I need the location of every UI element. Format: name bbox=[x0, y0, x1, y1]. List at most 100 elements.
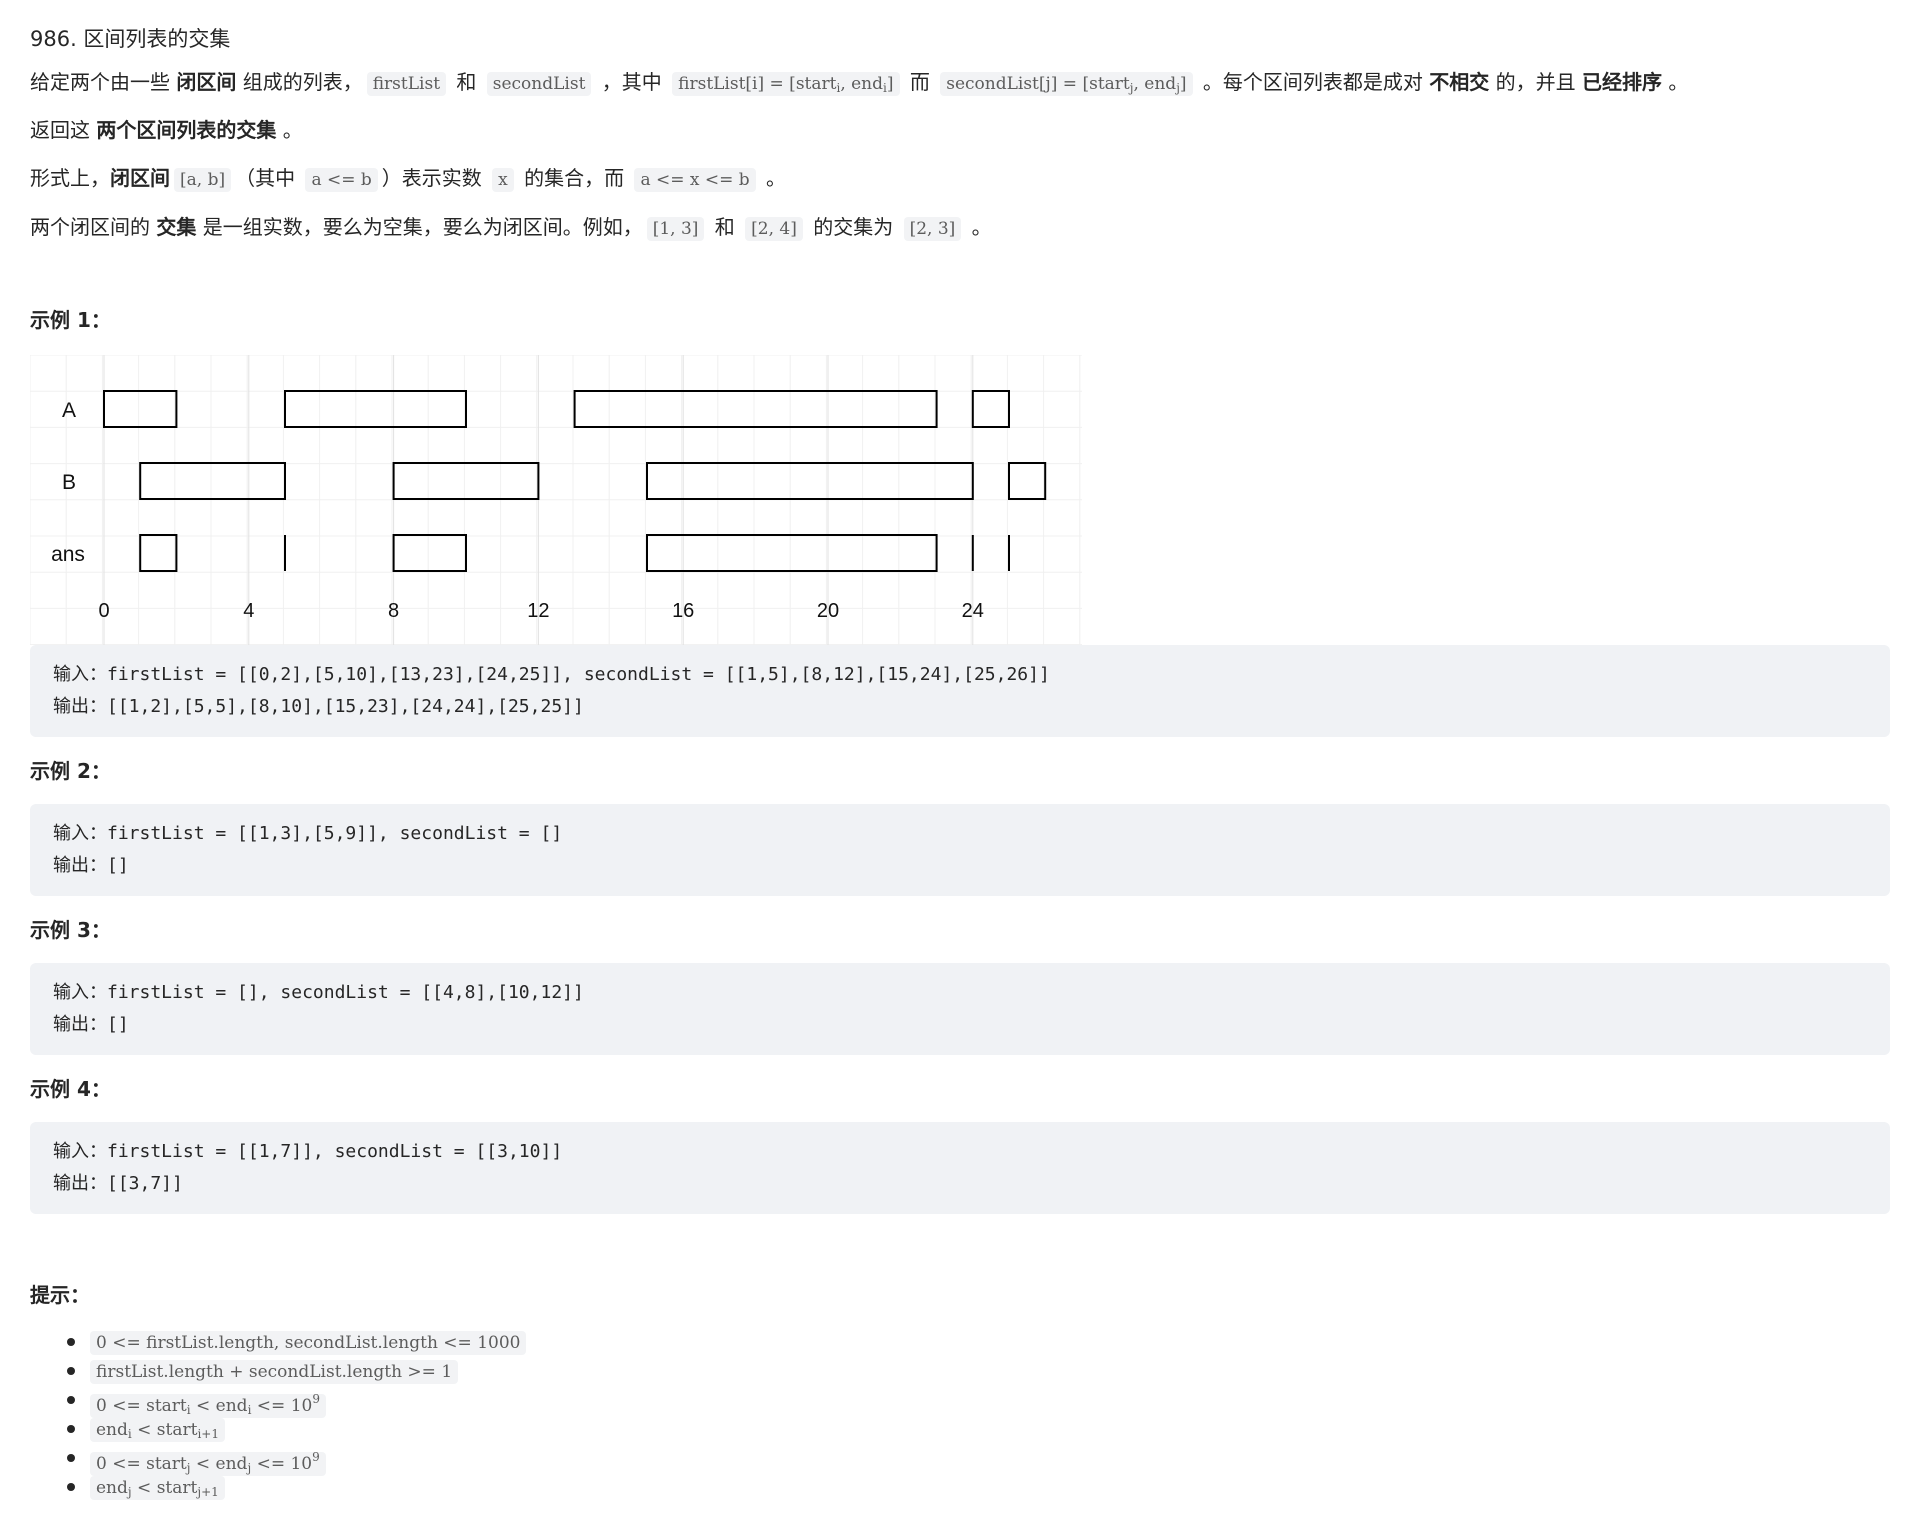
text: 给定两个由一些 bbox=[30, 70, 177, 94]
text: 。 bbox=[276, 118, 303, 142]
row-label: B bbox=[62, 471, 76, 494]
hints-heading: 提示： bbox=[30, 1283, 90, 1307]
tick-label: 20 bbox=[817, 600, 839, 622]
code-part: < start bbox=[131, 1420, 198, 1440]
interval-diagram: A Bans 0 4 8 12 16 20 24 bbox=[30, 355, 1082, 645]
text: 返回这 bbox=[30, 118, 97, 142]
tick-label: 24 bbox=[962, 600, 984, 622]
interval-a-box bbox=[103, 390, 178, 428]
code-part: < end bbox=[190, 1454, 248, 1474]
hint-item: endj < startj+1 bbox=[66, 1472, 530, 1501]
inline-code: secondList[j] = [startj, endj] bbox=[940, 72, 1193, 96]
interval-a-box bbox=[284, 390, 467, 428]
tick-label: 8 bbox=[388, 600, 399, 622]
hint-item: 0 <= starti < endi <= 109 bbox=[66, 1385, 530, 1418]
subscript: i+1 bbox=[197, 1427, 219, 1441]
text: 两个闭区间的 bbox=[30, 215, 157, 239]
inline-code: [2, 4] bbox=[745, 217, 803, 241]
interval-ans-box bbox=[139, 534, 178, 572]
description-paragraph-1: 给定两个由一些 闭区间 组成的列表， firstList 和 secondList… bbox=[30, 67, 1688, 103]
diagram-labels: A Bans 0 4 8 12 16 20 24 bbox=[51, 399, 984, 622]
inline-code: [a, b] bbox=[174, 168, 232, 192]
code-part: end bbox=[96, 1420, 128, 1440]
text: 组成的列表， bbox=[236, 70, 363, 94]
example-4-block: 输入：firstList = [[1,7]], secondList = [[3… bbox=[30, 1122, 1890, 1214]
hint-code: 0 <= firstList.length, secondList.length… bbox=[90, 1331, 527, 1355]
description-paragraph-3: 形式上，闭区间 [a, b] （其中 a <= b ）表示实数 x 的集合，而 a <… bbox=[30, 163, 786, 195]
subscript: j+1 bbox=[197, 1485, 219, 1499]
code-part: secondList[j] = [start bbox=[946, 74, 1130, 94]
problem-title: 986. 区间列表的交集 bbox=[30, 27, 231, 51]
code-part: < end bbox=[190, 1396, 248, 1416]
example-input: 输入：firstList = [[1,7]], secondList = [[3… bbox=[53, 1141, 563, 1162]
code-part: ] bbox=[1179, 74, 1187, 94]
text: 的交集为 bbox=[806, 215, 900, 239]
interval-a-box bbox=[971, 390, 1010, 428]
row-label: ans bbox=[51, 543, 85, 566]
inline-code: a <= b bbox=[305, 168, 378, 192]
hint-code: firstList.length + secondList.length >= … bbox=[90, 1360, 459, 1384]
bold-text: 两个区间列表的交集 bbox=[96, 118, 277, 142]
text: ）表示实数 bbox=[381, 166, 489, 190]
code-part: 0 <= start bbox=[96, 1396, 187, 1416]
description-paragraph-2: 返回这 两个区间列表的交集 。 bbox=[30, 115, 303, 145]
description-paragraph-4: 两个闭区间的 交集 是一组实数，要么为空集，要么为闭区间。例如， [1, 3] 和… bbox=[30, 212, 992, 244]
example-output: 输出：[[1,2],[5,5],[8,10],[15,23],[24,24],[… bbox=[53, 696, 584, 717]
inline-code: [2, 3] bbox=[903, 217, 962, 241]
text: 。 bbox=[965, 215, 992, 239]
hint-item: endi < starti+1 bbox=[66, 1414, 530, 1443]
example-input: 输入：firstList = [], secondList = [[4,8],[… bbox=[53, 982, 584, 1003]
text: 和 bbox=[450, 70, 483, 94]
diagram-intervals bbox=[103, 390, 1047, 572]
interval-b-box bbox=[139, 462, 286, 500]
hint-code: endj < startj+1 bbox=[90, 1476, 225, 1500]
example-3-block: 输入：firstList = [], secondList = [[4,8],[… bbox=[30, 963, 1890, 1055]
tick-label: 0 bbox=[98, 600, 109, 622]
example-1-heading: 示例 1： bbox=[30, 308, 111, 332]
text: 。 bbox=[1662, 70, 1689, 94]
bold-text: 交集 bbox=[156, 215, 197, 239]
tick-label: 16 bbox=[672, 600, 694, 622]
interval-ans-box bbox=[646, 534, 938, 572]
example-3-heading: 示例 3： bbox=[30, 918, 111, 942]
text: 而 bbox=[903, 70, 937, 94]
inline-code: firstList bbox=[366, 72, 447, 96]
text: 的集合，而 bbox=[517, 166, 631, 190]
bold-text: 闭区间 bbox=[176, 70, 237, 94]
example-output: 输出：[[3,7]] bbox=[53, 1173, 183, 1194]
interval-ans-box bbox=[392, 534, 468, 572]
inline-code: x bbox=[492, 168, 514, 192]
inline-code: a <= x <= b bbox=[634, 168, 756, 192]
text: 和 bbox=[708, 215, 742, 239]
example-2-block: 输入：firstList = [[1,3],[5,9]], secondList… bbox=[30, 804, 1890, 896]
text: 。 bbox=[759, 166, 787, 190]
interval-a-box bbox=[573, 390, 938, 428]
example-input: 输入：firstList = [[0,2],[5,10],[13,23],[24… bbox=[53, 664, 1050, 685]
bold-text: 闭区间 bbox=[110, 166, 170, 190]
bold-text: 不相交 bbox=[1429, 70, 1490, 94]
example-output: 输出：[] bbox=[53, 855, 129, 876]
problem-page: 986. 区间列表的交集 给定两个由一些 闭区间 组成的列表， firstList… bbox=[0, 0, 1920, 1524]
example-input: 输入：firstList = [[1,3],[5,9]], secondList… bbox=[53, 823, 563, 844]
text: ，其中 bbox=[595, 70, 669, 94]
example-output: 输出：[] bbox=[53, 1014, 129, 1035]
inline-code: firstList[i] = [starti, endi] bbox=[672, 72, 900, 96]
text: （其中 bbox=[235, 166, 302, 190]
code-part: firstList[i] = [start bbox=[678, 74, 837, 94]
interval-b-box bbox=[392, 462, 540, 500]
row-label: A bbox=[62, 399, 76, 422]
tick-label: 12 bbox=[527, 600, 549, 622]
code-part: < start bbox=[131, 1478, 198, 1498]
text: 的，并且 bbox=[1489, 70, 1582, 94]
example-2-heading: 示例 2： bbox=[30, 759, 111, 783]
code-part: , end bbox=[840, 74, 884, 94]
interval-b-box bbox=[646, 462, 974, 500]
code-part: , end bbox=[1133, 74, 1177, 94]
example-4-heading: 示例 4： bbox=[30, 1077, 111, 1101]
code-part: <= 10 bbox=[251, 1396, 313, 1416]
tick-label: 4 bbox=[243, 600, 254, 622]
example-1-block: 输入：firstList = [[0,2],[5,10],[13,23],[24… bbox=[30, 645, 1890, 737]
superscript: 9 bbox=[312, 1392, 320, 1406]
interval-b-box bbox=[1008, 462, 1047, 500]
code-part: ] bbox=[886, 74, 894, 94]
